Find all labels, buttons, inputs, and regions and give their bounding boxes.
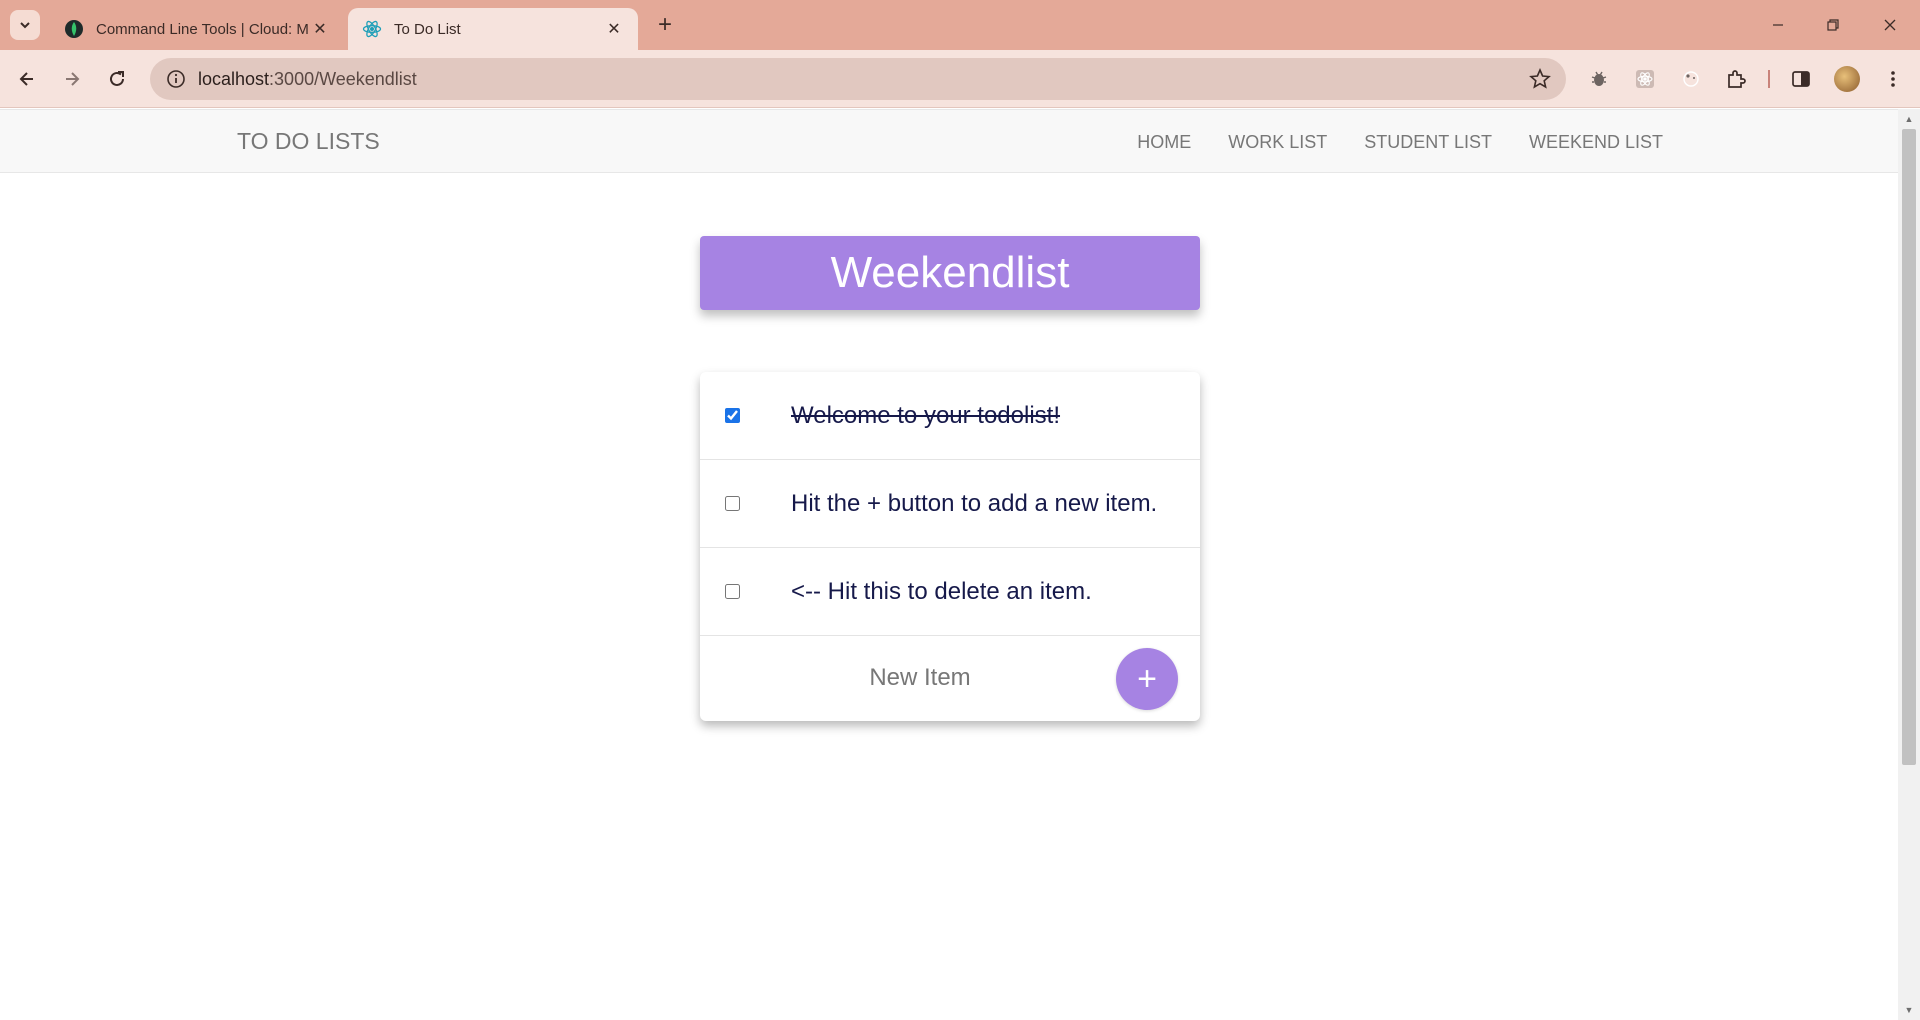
tab-to-do-list[interactable]: To Do List ✕ xyxy=(348,8,638,50)
arrow-left-icon xyxy=(19,72,33,86)
browser-toolbar: localhost:3000/Weekendlist xyxy=(0,50,1920,108)
close-icon[interactable]: ✕ xyxy=(604,19,624,39)
todo-checkbox[interactable] xyxy=(725,496,740,511)
extension-sparkle-icon[interactable] xyxy=(1678,66,1704,92)
close-icon[interactable]: ✕ xyxy=(310,19,330,39)
nav-link-weekend-list[interactable]: WEEKEND LIST xyxy=(1529,132,1663,153)
reload-icon xyxy=(110,71,124,86)
close-window-button[interactable] xyxy=(1870,8,1910,42)
todo-item: <-- Hit this to delete an item. xyxy=(700,548,1200,636)
nav-link-work-list[interactable]: WORK LIST xyxy=(1228,132,1327,153)
new-item-input[interactable] xyxy=(790,656,1050,700)
todo-item-text: Hit the + button to add a new item. xyxy=(791,489,1158,517)
extension-react-devtools-icon[interactable] xyxy=(1632,66,1658,92)
close-icon xyxy=(1884,19,1896,31)
todo-item-text: Welcome to your todolist! xyxy=(791,401,1061,429)
todo-checkbox[interactable] xyxy=(725,584,740,599)
scroll-up-arrow-icon[interactable]: ▲ xyxy=(1903,113,1915,125)
arrow-right-icon xyxy=(66,72,80,86)
chevron-down-icon xyxy=(20,22,30,29)
back-button[interactable] xyxy=(10,62,44,96)
new-item-row: + xyxy=(700,636,1200,720)
url-text: localhost:3000/Weekendlist xyxy=(198,69,417,90)
new-tab-button[interactable]: + xyxy=(652,11,678,38)
todo-item: Welcome to your todolist! xyxy=(700,372,1200,460)
todo-item: Hit the + button to add a new item. xyxy=(700,460,1200,548)
toolbar-separator xyxy=(1768,70,1770,88)
site-brand[interactable]: TO DO LISTS xyxy=(237,128,380,155)
nav-link-student-list[interactable]: STUDENT LIST xyxy=(1364,132,1492,153)
address-bar[interactable]: localhost:3000/Weekendlist xyxy=(150,58,1566,100)
todo-checkbox[interactable] xyxy=(725,408,740,423)
menu-kebab-icon[interactable] xyxy=(1880,66,1906,92)
add-item-button[interactable]: + xyxy=(1116,648,1178,710)
tab-title: To Do List xyxy=(394,20,461,38)
react-icon xyxy=(362,19,382,39)
browser-tab-bar: Command Line Tools | Cloud: M ✕ To Do Li… xyxy=(0,0,1920,50)
site-navbar: TO DO LISTS HOME WORK LIST STUDENT LIST … xyxy=(0,109,1898,173)
web-page: TO DO LISTS HOME WORK LIST STUDENT LIST … xyxy=(0,109,1898,1020)
restore-icon xyxy=(1827,19,1839,31)
minimize-button[interactable] xyxy=(1758,8,1798,42)
scroll-down-arrow-icon[interactable]: ▼ xyxy=(1903,1004,1915,1016)
mongodb-leaf-icon xyxy=(64,19,84,39)
nav-links: HOME WORK LIST STUDENT LIST WEEKEND LIST xyxy=(1100,132,1663,153)
tab-title: Command Line Tools | Cloud: M xyxy=(96,20,309,38)
extension-bug-icon[interactable] xyxy=(1586,66,1612,92)
url-path: :3000/Weekendlist xyxy=(269,68,417,89)
extensions-puzzle-icon[interactable] xyxy=(1723,66,1749,92)
url-host: localhost xyxy=(198,68,270,89)
tab-search-button[interactable] xyxy=(10,10,40,40)
list-heading-box: Weekendlist xyxy=(700,236,1200,310)
profile-avatar[interactable] xyxy=(1834,66,1860,92)
restore-button[interactable] xyxy=(1813,8,1853,42)
bookmark-star-icon[interactable] xyxy=(1528,67,1552,91)
reload-button[interactable] xyxy=(100,62,134,96)
nav-link-home[interactable]: HOME xyxy=(1137,132,1191,153)
todo-item-text: <-- Hit this to delete an item. xyxy=(791,577,1092,605)
forward-button[interactable] xyxy=(55,62,89,96)
side-panel-icon[interactable] xyxy=(1788,66,1814,92)
todo-list-card: Welcome to your todolist! Hit the + butt… xyxy=(700,372,1200,721)
list-title: Weekendlist xyxy=(830,248,1070,297)
scrollbar-thumb[interactable] xyxy=(1902,129,1916,765)
tab-command-line-tools[interactable]: Command Line Tools | Cloud: M ✕ xyxy=(50,8,344,50)
minimize-icon xyxy=(1773,24,1783,26)
site-info-icon[interactable] xyxy=(154,58,198,100)
page-scrollbar[interactable]: ▲ ▼ xyxy=(1898,109,1920,1020)
